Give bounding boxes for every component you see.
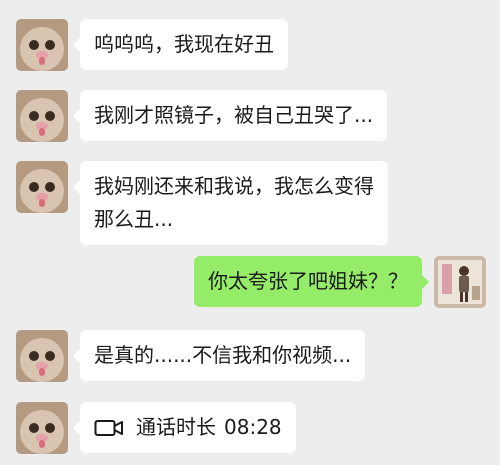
friend-avatar[interactable] [16, 19, 68, 71]
cat-face-icon [16, 330, 68, 382]
cat-face-icon [16, 90, 68, 142]
message-text: 我妈刚还来和我说，我怎么变得 [94, 174, 374, 198]
message-bubble-incoming[interactable]: 我妈刚还来和我说，我怎么变得 那么丑... [73, 161, 388, 245]
message-bubble-incoming[interactable]: 我刚才照镜子，被自己丑哭了... [72, 90, 388, 141]
call-duration-label: 通话时长 [136, 415, 216, 439]
message-text: 那么丑... [94, 207, 174, 231]
friend-avatar[interactable] [16, 402, 68, 454]
message-bubble-outgoing[interactable]: 你太夸张了吧姐妹？？ [194, 256, 429, 307]
my-avatar[interactable] [434, 256, 486, 308]
message-text: 呜呜呜，我现在好丑 [94, 32, 274, 56]
message-text: 我刚才照镜子，被自己丑哭了... [94, 103, 374, 127]
call-duration-value: 08:28 [224, 415, 282, 439]
friend-avatar[interactable] [16, 90, 68, 142]
message-text: 是真的......不信我和你视频... [94, 343, 352, 367]
friend-avatar[interactable] [16, 330, 68, 382]
cat-face-icon [16, 19, 68, 71]
person-photo-icon [434, 256, 486, 308]
message-text: 你太夸张了吧姐妹？？ [208, 269, 408, 293]
cat-face-icon [16, 161, 68, 213]
message-bubble-incoming[interactable]: 是真的......不信我和你视频... [72, 330, 366, 381]
cat-face-icon [16, 402, 68, 454]
video-call-record[interactable]: 通话时长 08:28 [73, 402, 296, 453]
message-bubble-incoming[interactable]: 呜呜呜，我现在好丑 [73, 19, 288, 70]
chat-conversation: 呜呜呜，我现在好丑 我刚才照镜子，被自己丑哭了... 我妈刚还来和我说，我怎么变… [0, 0, 500, 465]
friend-avatar[interactable] [16, 161, 68, 213]
video-call-icon [94, 419, 123, 436]
